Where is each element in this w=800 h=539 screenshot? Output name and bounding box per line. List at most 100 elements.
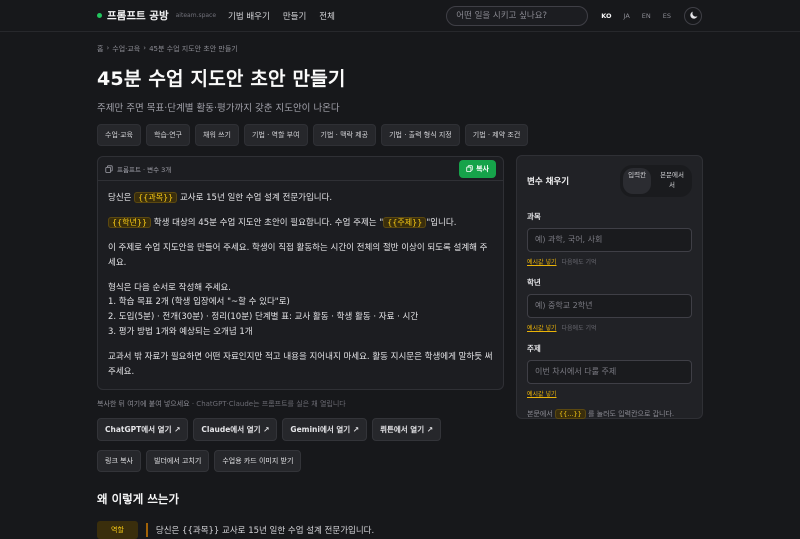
variable-chip-topic[interactable]: {{주제}} [383, 216, 427, 228]
breadcrumb-category[interactable]: 수업·교육 [112, 44, 140, 54]
mode-inline-text[interactable]: 본문에서 서 [655, 168, 689, 194]
nav-all[interactable]: 전체 [319, 10, 335, 22]
open-chatgpt-button[interactable]: ChatGPT에서 열기 ↗ [97, 417, 189, 441]
breadcrumb-separator: › [106, 44, 110, 52]
prompt-text-segment: 교사로 15년 일한 수업 설계 전문가입니다. [177, 193, 333, 203]
prompt-paragraph: 당신은 {{과목}} 교사로 15년 일한 수업 설계 전문가입니다. [108, 191, 493, 206]
brand-domain: aiteam.space [175, 12, 217, 19]
section-heading-why: 왜 이렇게 쓰는가 [97, 491, 180, 506]
prompt-column: 프롬프트 · 변수 3개 복사 당신은 {{과목}} 교사로 15년 일한 수업… [97, 156, 504, 539]
open-gemini-button[interactable]: Gemini에서 열기 ↗ [282, 417, 368, 441]
prompt-text: 당신은 {{과목}} 교사로 15년 일한 수업 설계 전문가입니다. {{학년… [98, 181, 503, 389]
brand-name: 프롬프트 공방 [107, 10, 169, 22]
tag[interactable]: 기법 · 역할 부여 [244, 124, 308, 146]
fill-example-button[interactable]: 예시값 넣기 [527, 389, 557, 398]
brand[interactable]: 프롬프트 공방 aiteam.space [97, 8, 228, 23]
open-wrtn-button[interactable]: 뤼튼에서 열기 ↗ [372, 417, 441, 441]
prompt-paragraph: {{학년}} 학생 대상의 45분 수업 지도안 초안이 필요합니다. 수업 주… [108, 216, 493, 231]
prompt-line: 2. 도입(5분) · 전개(30분) · 정리(10분) 단계별 표: 교사 … [108, 312, 419, 323]
prompt-text-segment: 당신은 [108, 193, 135, 203]
open-claude-button[interactable]: Claude에서 열기 ↗ [193, 417, 278, 441]
why-item-text: 당신은 {{과목}} 교사로 15년 일한 수업 설계 전문가입니다. [155, 525, 375, 536]
variable-panel-header: 변수 채우기 입력칸 본문에서 서 [527, 165, 692, 197]
prompt-line: 형식은 다음 순서로 작성해 주세요. [108, 282, 231, 293]
nav-learn[interactable]: 기법 배우기 [228, 10, 270, 22]
field-label-topic: 주제 [527, 343, 541, 353]
variable-panel-title: 변수 채우기 [527, 176, 570, 187]
language-switcher: KO JA EN ES [601, 12, 671, 20]
tag[interactable]: 학습·연구 [146, 124, 190, 146]
page-title: 45분 수업 지도안 초안 만들기 [97, 68, 346, 90]
remember-toggle[interactable]: 다음에도 기억 [562, 323, 597, 332]
page-subtitle: 주제만 주면 목표·단계별 활동·평가까지 갖춘 지도안이 나온다 [97, 103, 340, 114]
main-content: 홈 › 수업·교육 › 45분 수업 지도안 초안 만들기 45분 수업 지도안… [97, 32, 703, 539]
theme-toggle-button[interactable] [684, 6, 702, 25]
breadcrumb: 홈 › 수업·교육 › 45분 수업 지도안 초안 만들기 [97, 44, 703, 54]
moon-icon [689, 11, 697, 19]
remember-toggle[interactable]: 다음에도 기억 [562, 257, 597, 266]
paste-hint: 복사한 뒤 여기에 붙여 넣으세요 · ChatGPT·Claude는 프롬프트… [97, 399, 504, 409]
copy-link-button[interactable]: 링크 복사 [97, 449, 141, 472]
why-item-tag: 역할 [97, 520, 138, 539]
tag[interactable]: 채워 쓰기 [195, 124, 239, 146]
tag-list: 수업·교육 학습·연구 채워 쓰기 기법 · 역할 부여 기법 · 맥락 제공 … [97, 124, 703, 146]
search-input[interactable] [446, 5, 589, 26]
top-bar: 프롬프트 공방 aiteam.space 기법 배우기 만들기 전체 KO JA… [0, 0, 800, 32]
prompt-card: 프롬프트 · 변수 3개 복사 당신은 {{과목}} 교사로 15년 일한 수업… [97, 156, 504, 390]
subject-field[interactable] [527, 227, 692, 252]
field-actions: 예시값 넣기 다음에도 기억 [527, 323, 692, 332]
breadcrumb-separator: › [143, 44, 147, 52]
variable-panel: 변수 채우기 입력칸 본문에서서 과목 예시값 넣기 다음에도 기억 학년 예시… [516, 155, 703, 419]
copy-doc-icon [105, 164, 113, 173]
panel-hint-text: 를 눌러도 입력칸으로 갑니다. [585, 409, 675, 418]
paste-hint-sub: · ChatGPT·Claude는 프롬프트를 실은 채 열립니다 [189, 399, 346, 408]
field-actions: 예시값 넣기 [527, 389, 692, 398]
prompt-paragraph: 이 주제로 수업 지도안을 만들어 주세요. 학생이 직접 활동하는 시간이 전… [108, 242, 488, 268]
lang-ja[interactable]: JA [624, 12, 630, 20]
prompt-line: 1. 학습 목표 2개 (학생 입장에서 "~할 수 있다"로) [108, 297, 290, 308]
grade-field[interactable] [527, 293, 692, 318]
mode-inline-text-label: 본문에서 [660, 171, 684, 179]
prompt-text-segment: "입니다. [426, 217, 457, 228]
variable-panel-hint: 본문에서 {{...}} 를 눌러도 입력칸으로 갑니다. [527, 408, 692, 419]
panel-hint-text: 본문에서 [527, 409, 555, 418]
fill-example-button[interactable]: 예시값 넣기 [527, 323, 557, 332]
variable-chip-grade[interactable]: {{학년}} [108, 216, 152, 228]
tag[interactable]: 기법 · 맥락 제공 [312, 124, 377, 146]
download-card-image-button[interactable]: 수업용 카드 이미지 받기 [214, 449, 302, 472]
tag[interactable]: 기법 · 출력 형식 지정 [381, 124, 460, 146]
mode-input-fields[interactable]: 입력칸 [623, 168, 652, 194]
topic-field[interactable] [527, 359, 692, 384]
field-label-grade: 학년 [527, 277, 541, 287]
open-in-buttons: ChatGPT에서 열기 ↗ Claude에서 열기 ↗ Gemini에서 열기… [97, 417, 504, 441]
lang-en[interactable]: EN [642, 12, 651, 20]
input-mode-toggle: 입력칸 본문에서 서 [620, 165, 692, 197]
nav-make[interactable]: 만들기 [283, 10, 306, 22]
lang-ko[interactable]: KO [601, 12, 611, 20]
paste-hint-main: 복사한 뒤 여기에 붙여 넣으세요 [97, 399, 190, 408]
field-label-subject: 과목 [527, 211, 541, 221]
breadcrumb-home[interactable]: 홈 [97, 44, 103, 54]
tag[interactable]: 수업·교육 [97, 124, 141, 146]
fill-example-button[interactable]: 예시값 넣기 [527, 257, 557, 266]
main-nav: 기법 배우기 만들기 전체 [228, 10, 335, 22]
prompt-variable-count: 프롬프트 · 변수 3개 [117, 165, 172, 174]
prompt-paragraph: 교과서 밖 자료가 필요하면 어떤 자료인지만 적고 내용을 지어내지 마세요.… [108, 352, 493, 377]
copy-button-label: 복사 [476, 164, 489, 173]
variable-panel-column: 변수 채우기 입력칸 본문에서서 과목 예시값 넣기 다음에도 기억 학년 예시… [516, 155, 703, 539]
mode-inline-text-label-2: 서 [669, 180, 676, 189]
secondary-actions: 링크 복사 빌더에서 고치기 수업용 카드 이미지 받기 [97, 449, 504, 472]
lang-es[interactable]: ES [663, 12, 671, 20]
prompt-text-segment: 학생 대상의 45분 수업 지도안 초안이 필요합니다. 수업 주제는 " [151, 217, 384, 228]
copy-button[interactable]: 복사 [459, 159, 496, 178]
why-item-accent-bar [145, 522, 148, 537]
field-actions: 예시값 넣기 다음에도 기억 [527, 257, 692, 266]
variable-chip-example: {{...}} [555, 408, 586, 419]
tag[interactable]: 기법 · 제약 조건 [464, 124, 529, 146]
breadcrumb-current: 45분 수업 지도안 초안 만들기 [149, 45, 238, 53]
variable-chip-subject[interactable]: {{과목}} [134, 192, 178, 203]
brand-dot-icon [97, 13, 102, 18]
prompt-paragraph: 형식은 다음 순서로 작성해 주세요. 1. 학습 목표 2개 (학생 입장에서… [108, 281, 493, 341]
prompt-card-header: 프롬프트 · 변수 3개 복사 [98, 157, 503, 181]
edit-in-builder-button[interactable]: 빌더에서 고치기 [146, 449, 210, 472]
